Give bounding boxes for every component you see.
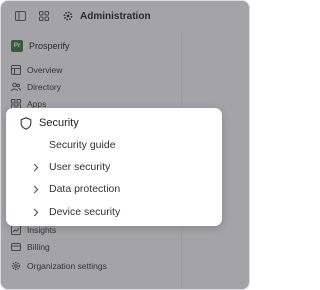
popover-title: Security	[39, 117, 79, 129]
user-security-item[interactable]: User security	[20, 160, 210, 174]
menu-item-label: Data protection	[49, 183, 121, 195]
chevron-right-icon	[31, 184, 41, 194]
menu-item-label: Security guide	[49, 139, 116, 151]
chevron-right-icon	[31, 207, 41, 217]
security-guide-item[interactable]: Security guide	[20, 138, 210, 152]
shield-icon	[20, 116, 32, 130]
chevron-right-icon	[31, 162, 41, 172]
device-security-item[interactable]: Device security	[20, 205, 210, 219]
security-popover: Security Security guide User security Da…	[6, 108, 222, 226]
data-protection-item[interactable]: Data protection	[20, 182, 210, 196]
security-header[interactable]: Security	[20, 116, 79, 130]
menu-item-label: User security	[49, 161, 111, 173]
menu-item-label: Device security	[49, 206, 121, 218]
